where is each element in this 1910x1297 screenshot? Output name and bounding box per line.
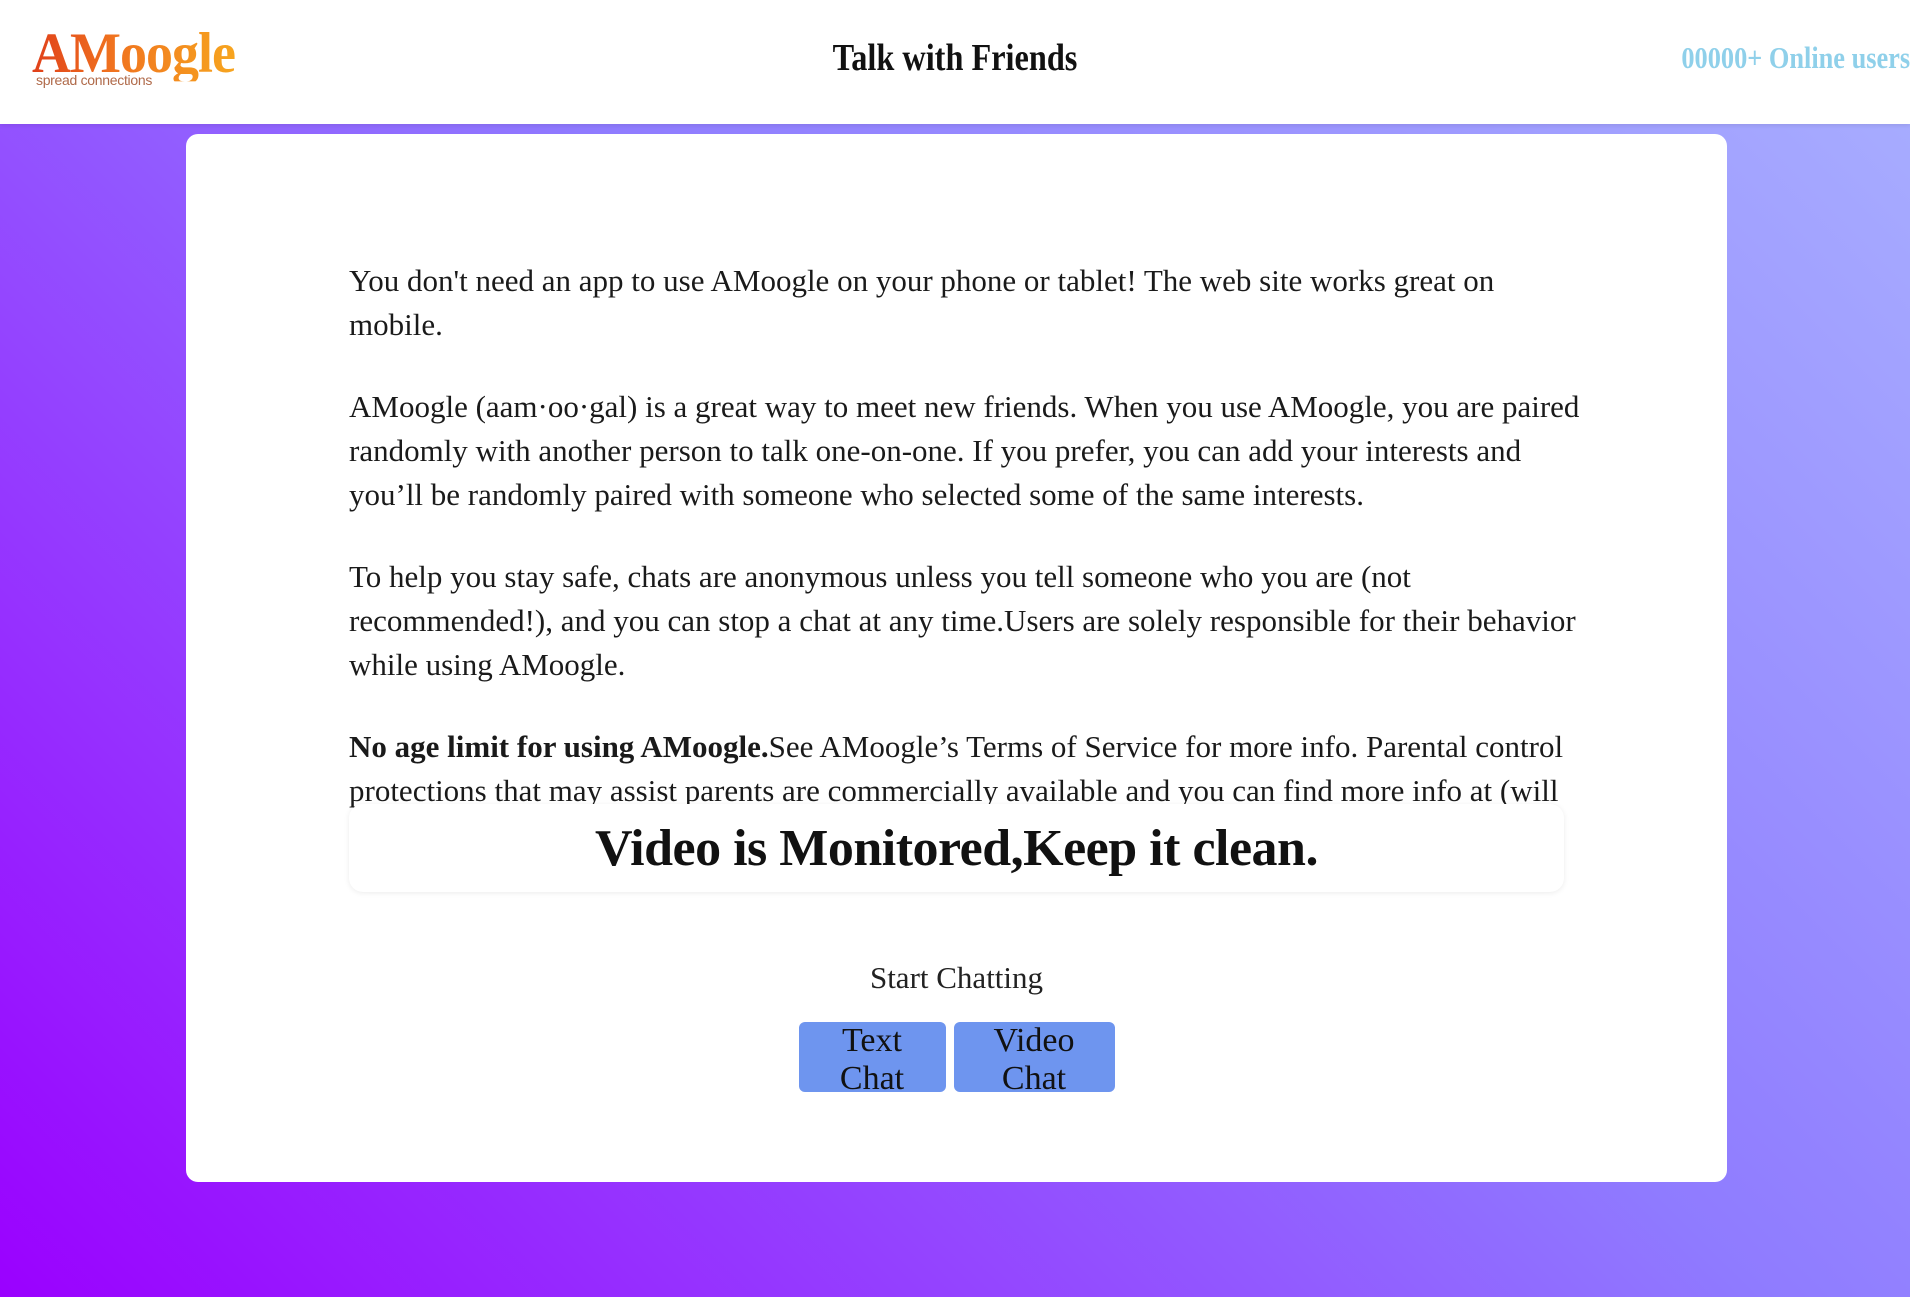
intro-paragraph-about: AMoogle (aam·oo·gal) is a great way to m… <box>349 389 1580 512</box>
chat-buttons: Text Chat Video Chat <box>186 1022 1727 1097</box>
intro-text: You don't need an app to use AMoogle on … <box>349 259 1589 895</box>
video-chat-button[interactable]: Video Chat <box>953 1022 1115 1097</box>
age-limit-notice: No age limit for using AMoogle. <box>349 729 769 764</box>
monitoring-notice: Video is Monitored,Keep it clean. <box>349 804 1564 892</box>
monitoring-notice-text: Video is Monitored,Keep it clean. <box>595 819 1318 877</box>
online-users-count: 00000+ Online users <box>1681 40 1910 75</box>
intro-paragraph-safety: To help you stay safe, chats are anonymo… <box>349 559 1576 682</box>
main-card: You don't need an app to use AMoogle on … <box>186 134 1727 1182</box>
page-title: Talk with Friends <box>832 37 1078 79</box>
intro-paragraph-mobile: You don't need an app to use AMoogle on … <box>349 263 1495 342</box>
text-chat-button[interactable]: Text Chat <box>798 1022 946 1097</box>
logo-tagline: spread connections <box>36 72 153 88</box>
start-chatting-label: Start Chatting <box>869 960 1044 995</box>
top-header: AMoogle spread connections Talk with Fri… <box>0 0 1910 124</box>
